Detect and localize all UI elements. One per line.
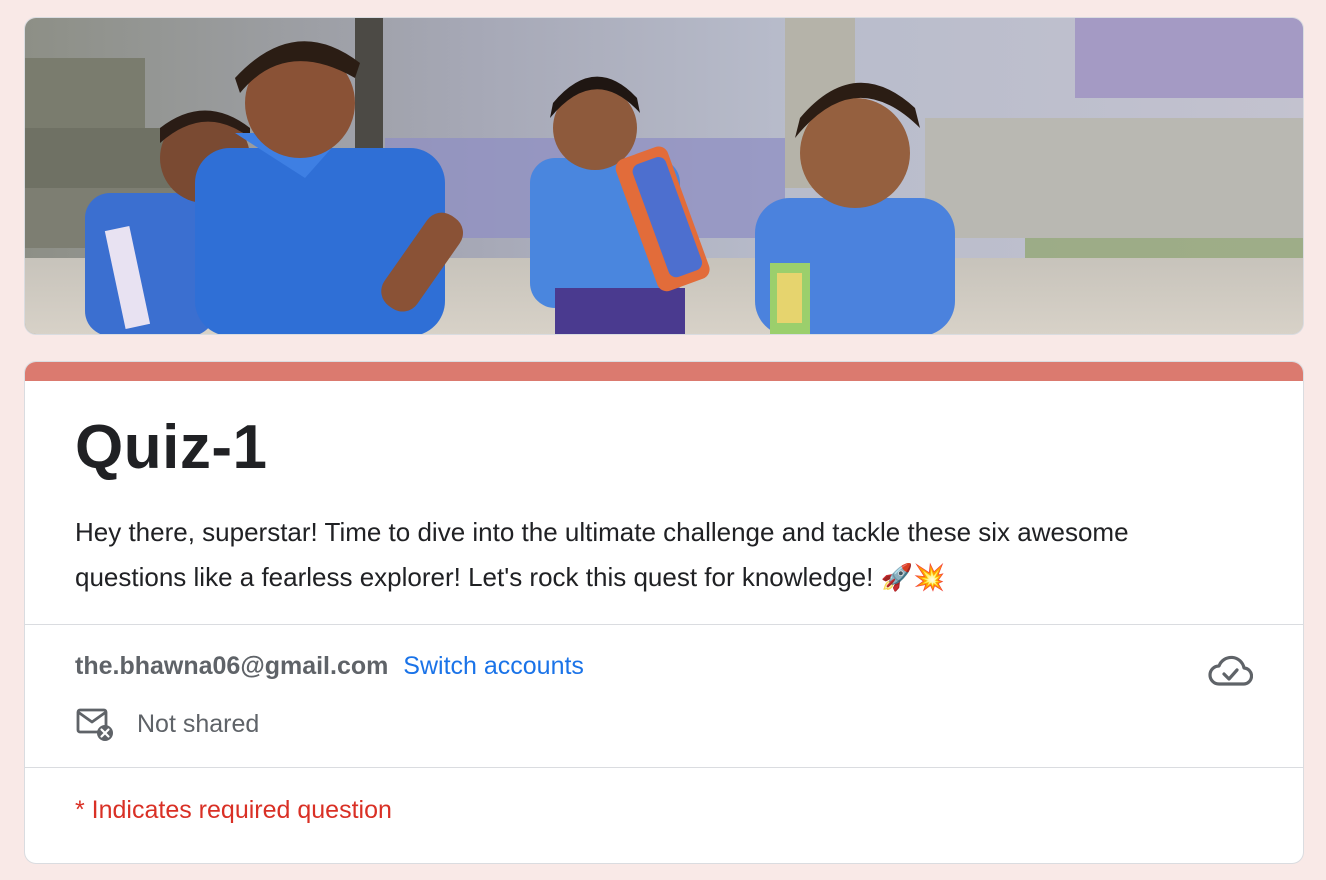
account-email: the.bhawna06@gmail.com: [75, 652, 389, 680]
form-description: Hey there, superstar! Time to dive into …: [75, 517, 1129, 592]
sharing-status-row: Not shared: [75, 704, 259, 744]
section-divider: [25, 624, 1303, 625]
section-divider: [25, 767, 1303, 768]
account-row: the.bhawna06@gmail.com Switch accounts: [75, 648, 584, 684]
form-header-card: Quiz-1 Hey there, superstar! Time to div…: [24, 361, 1304, 864]
sharing-status-text: Not shared: [137, 709, 260, 738]
cloud-check-icon: [1208, 655, 1253, 686]
form-title: Quiz-1: [75, 413, 268, 482]
mail-not-shared-icon: [76, 708, 113, 741]
switch-accounts-link[interactable]: Switch accounts: [403, 652, 584, 680]
card-accent-bar: [25, 362, 1303, 381]
header-banner-image: [24, 17, 1304, 335]
required-question-note: * Indicates required question: [75, 796, 392, 824]
